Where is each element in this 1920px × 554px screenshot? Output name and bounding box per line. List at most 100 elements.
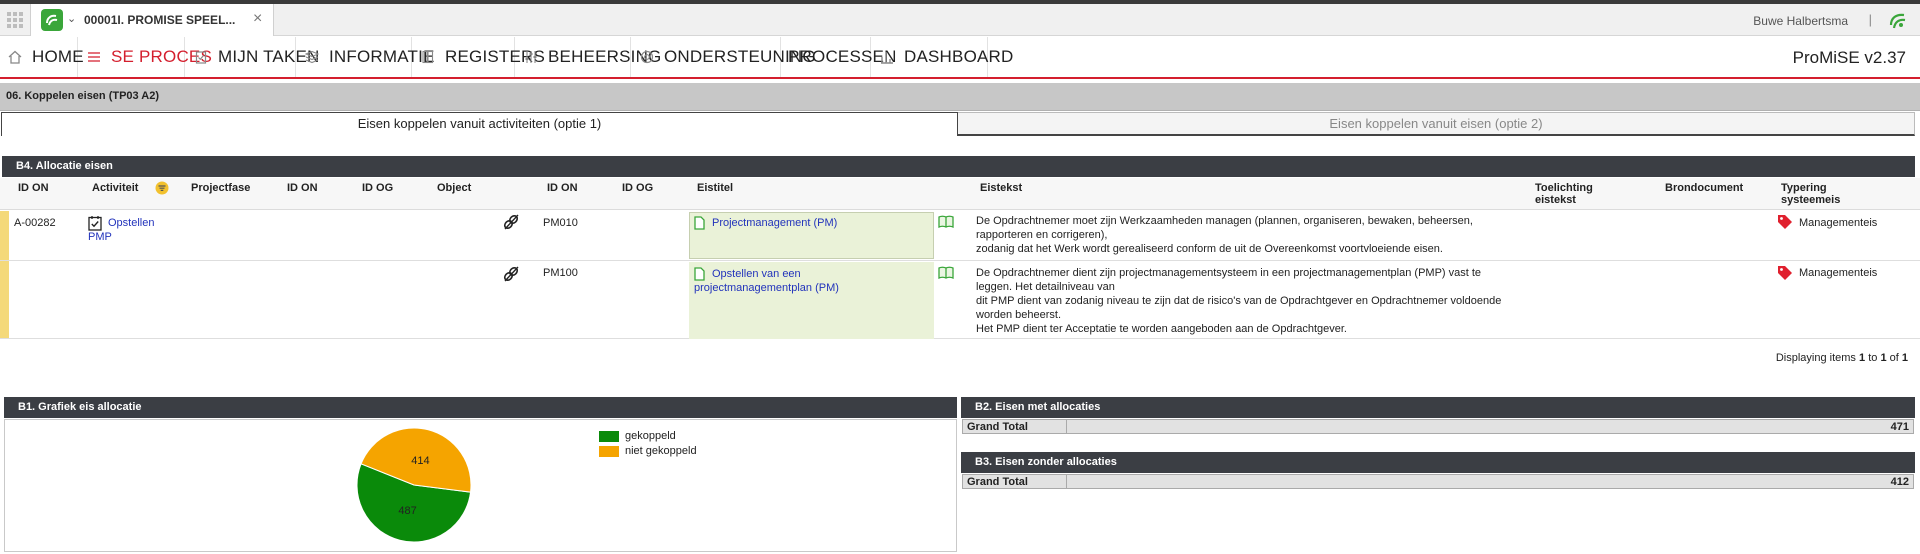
app-launcher-icon[interactable] (7, 12, 23, 28)
open-book-icon[interactable] (938, 266, 954, 284)
nav-processen[interactable]: PROCESSEN (782, 37, 896, 77)
close-icon[interactable]: × (253, 10, 262, 28)
pie-chart: 487 414 (356, 427, 472, 543)
bar-chart-icon (880, 50, 894, 64)
col-id-og-req[interactable]: ID OG (622, 182, 653, 194)
promise-brand-icon[interactable] (1888, 11, 1908, 36)
legend-item-gekoppeld: gekoppeld (599, 430, 676, 442)
req-id: PM100 (543, 267, 578, 279)
paginator-prefix: Displaying items (1775, 352, 1856, 364)
col-id-on-phase[interactable]: ID ON (287, 182, 318, 194)
paginator-total: 1 (1901, 352, 1908, 364)
grand-total-label: Grand Total (967, 421, 1028, 433)
req-text-line: worden beheerst. (976, 309, 1061, 321)
divider (1066, 420, 1067, 433)
book-icon (421, 50, 435, 64)
paginator-of-word: of (1889, 352, 1899, 364)
tag-icon (1777, 214, 1793, 235)
tab-eisen-vanuit-eisen[interactable]: Eisen koppelen vanuit eisen (optie 2) (958, 112, 1915, 136)
divider (1066, 475, 1067, 488)
open-book-icon[interactable] (938, 215, 954, 233)
tag-icon (1777, 265, 1793, 286)
unlink-icon[interactable] (503, 266, 519, 287)
nav-beheersing[interactable]: BEHEERSING (516, 37, 661, 77)
req-title-link[interactable]: Projectmanagement (PM) (712, 216, 927, 230)
nav-home-label: HOME (32, 47, 84, 66)
req-text-line: zodanig dat het Werk wordt gerealiseerd … (976, 243, 1443, 255)
req-type: Managementeis (1799, 217, 1878, 229)
lifebuoy-icon (640, 50, 654, 64)
b2-panel-header: B2. Eisen met allocaties (961, 397, 1915, 418)
col-typering[interactable]: Typering systeemeis (1781, 182, 1861, 206)
paginator: Displaying items 1 to 1 of 1 (1776, 352, 1908, 364)
legend-swatch (599, 445, 619, 457)
paginator-to: 1 (1880, 352, 1887, 364)
unlink-icon[interactable] (503, 214, 519, 235)
nav-registers[interactable]: REGISTERS (413, 37, 545, 77)
col-eistekst[interactable]: Eistekst (980, 182, 1022, 194)
col-brondocument[interactable]: Brondocument (1665, 182, 1743, 194)
b2-grand-total-row: Grand Total 471 (962, 419, 1914, 434)
filter-icon[interactable] (155, 181, 169, 200)
req-text: De Opdrachtnemer moet zijn Werkzaamheden… (976, 214, 1536, 256)
paginator-from: 1 (1859, 352, 1866, 364)
col-id-on-req[interactable]: ID ON (547, 182, 578, 194)
col-projectfase[interactable]: Projectfase (191, 182, 250, 194)
b3-panel-header: B3. Eisen zonder allocaties (961, 452, 1915, 473)
col-id-on-activity[interactable]: ID ON (18, 182, 49, 194)
tab-eisen-vanuit-activiteiten[interactable]: Eisen koppelen vanuit activiteiten (opti… (1, 112, 958, 136)
legend-item-niet-gekoppeld: niet gekoppeld (599, 445, 697, 457)
req-text-line: leggen. Het detailniveau van (976, 281, 1115, 293)
req-title-link[interactable]: Opstellen van een projectmanagementplan … (694, 267, 894, 295)
app-tab-bar: ⌄ 00001I. PROMISE SPEEL... × Buwe Halber… (0, 4, 1920, 36)
document-icon (694, 216, 705, 235)
nav-se-proces[interactable]: SE PROCES (79, 37, 212, 77)
req-text-line: dit PMP dient van zodanig niveau te zijn… (976, 295, 1502, 307)
pie-data-label: 414 (411, 455, 429, 467)
chevron-down-icon[interactable]: ⌄ (67, 12, 76, 25)
table-row[interactable]: PM100 Opstellen van een projectmanagemen… (0, 262, 1920, 339)
col-object[interactable]: Object (437, 182, 471, 194)
col-activiteit[interactable]: Activiteit (92, 182, 138, 194)
col-id-og-phase[interactable]: ID OG (362, 182, 393, 194)
app-tab[interactable]: ⌄ 00001I. PROMISE SPEEL... × (30, 4, 274, 36)
nav-home[interactable]: HOME (0, 37, 84, 77)
req-text-line: De Opdrachtnemer moet zijn Werkzaamheden… (976, 215, 1473, 227)
app-tab-title: 00001I. PROMISE SPEEL... (84, 13, 236, 27)
user-name[interactable]: Buwe Halbertsma (1753, 14, 1848, 28)
main-nav: HOME SE PROCES MIJN TAKEN INFORMATIE REG… (0, 37, 1920, 79)
page-title-bar: 06. Koppelen eisen (TP03 A2) (0, 83, 1920, 111)
nav-informatie[interactable]: INFORMATIE (297, 37, 434, 77)
app-version: ProMiSE v2.37 (1792, 48, 1906, 67)
col-eistitel[interactable]: Eistitel (697, 182, 733, 194)
activity-id: A-00282 (14, 217, 56, 229)
grand-total-value: 471 (1890, 421, 1909, 433)
req-type: Managementeis (1799, 267, 1878, 279)
nav-mijn-taken[interactable]: MIJN TAKEN (186, 37, 319, 77)
b4-panel-header: B4. Allocatie eisen (2, 156, 1915, 177)
req-text-line: rapporteren en corrigeren), (976, 229, 1108, 241)
req-text-line: Het PMP dient ter Acceptatie te worden a… (976, 323, 1347, 335)
table-row[interactable]: A-00282 Opstellen PMP PM010 Projectmanag… (0, 210, 1920, 261)
col-toelichting[interactable]: Toelichting eistekst (1535, 182, 1615, 206)
grand-total-label: Grand Total (967, 476, 1028, 488)
legend-swatch (599, 430, 619, 442)
promise-logo-icon (41, 9, 63, 31)
pie-data-label: 487 (398, 505, 416, 517)
page-title: 06. Koppelen eisen (TP03 A2) (6, 90, 160, 102)
legend-label: gekoppeld (625, 430, 676, 442)
nav-dashboard[interactable]: DASHBOARD (872, 37, 1013, 77)
req-id: PM010 (543, 217, 578, 229)
activity-link[interactable]: Opstellen PMP (88, 216, 168, 244)
b1-chart-panel: 487 414 gekoppeld niet gekoppeld (4, 419, 957, 552)
nav-ondersteuning[interactable]: ONDERSTEUNING (632, 37, 816, 77)
legend-label: niet gekoppeld (625, 445, 697, 457)
layers-icon (305, 50, 319, 64)
b4-table-header: ID ON Activiteit Projectfase ID ON ID OG… (0, 178, 1920, 210)
req-text-line: De Opdrachtnemer dient zijn projectmanag… (976, 267, 1482, 279)
clipboard-icon (194, 50, 208, 64)
req-text: De Opdrachtnemer dient zijn projectmanag… (976, 266, 1536, 336)
user-separator: | (1868, 12, 1872, 27)
list-icon (87, 50, 101, 64)
b3-grand-total-row: Grand Total 412 (962, 474, 1914, 489)
